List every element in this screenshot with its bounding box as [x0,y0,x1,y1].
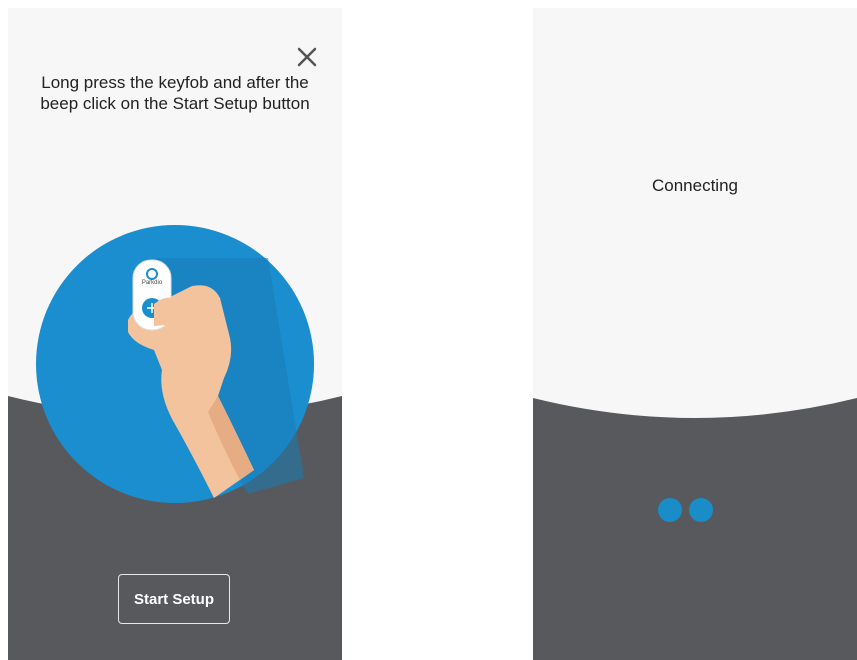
keyfob-brand-label: Parkdio [141,280,163,286]
connecting-status-label: Connecting [651,176,738,195]
connecting-screen: Connecting [533,8,857,660]
connecting-background [533,398,857,660]
spinner-dot [658,498,682,522]
spinner-dot [689,498,713,522]
setup-screen: Long press the keyfob and after the beep… [8,8,342,660]
close-icon[interactable] [294,44,320,70]
instruction-text: Long press the keyfob and after the beep… [40,73,310,113]
start-setup-button[interactable]: Start Setup [118,574,230,624]
